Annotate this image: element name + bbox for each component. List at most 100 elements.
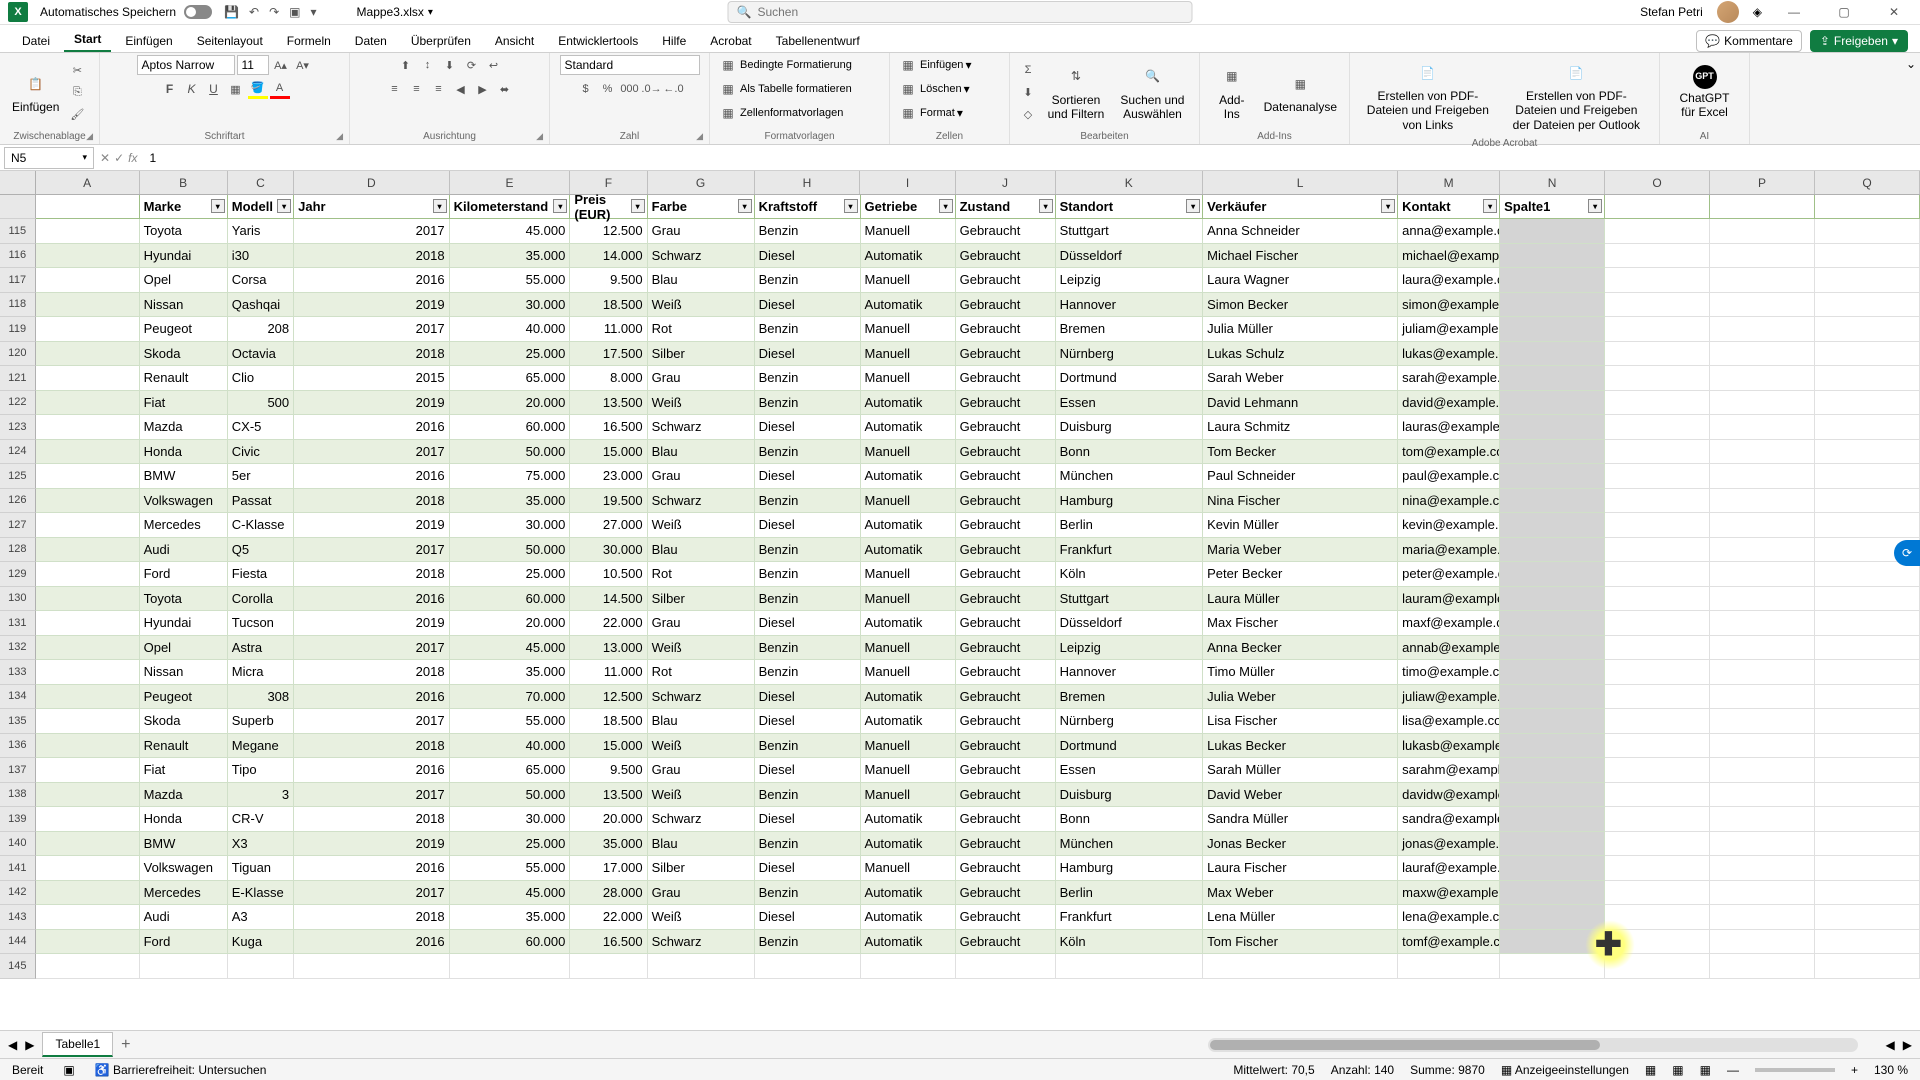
cell[interactable] xyxy=(1710,734,1815,759)
cell-selected[interactable] xyxy=(1500,905,1605,930)
cell[interactable]: Silber xyxy=(648,587,755,612)
cell[interactable] xyxy=(1815,734,1920,759)
cell[interactable]: Laura Wagner xyxy=(1203,268,1398,293)
cell[interactable]: CR-V xyxy=(228,807,294,832)
cell[interactable]: Dortmund xyxy=(1056,734,1204,759)
cell[interactable]: 308 xyxy=(228,685,294,710)
cell[interactable]: Gebraucht xyxy=(956,636,1056,661)
border-button[interactable]: ▦ xyxy=(226,79,246,99)
col-head-O[interactable]: O xyxy=(1605,171,1710,194)
cell[interactable]: maxw@example.com xyxy=(1398,881,1500,906)
cell[interactable]: sandra@example.com xyxy=(1398,807,1500,832)
cell-selected[interactable] xyxy=(1500,268,1605,293)
cell[interactable]: Superb xyxy=(228,709,294,734)
tab-datei[interactable]: Datei xyxy=(12,30,60,52)
camera-icon[interactable]: ▣ xyxy=(289,5,300,19)
col-head-D[interactable]: D xyxy=(294,171,449,194)
wrap-text-icon[interactable]: ↩ xyxy=(484,55,504,75)
cell[interactable]: Schwarz xyxy=(648,807,755,832)
cell[interactable] xyxy=(1056,954,1204,979)
cell[interactable]: 60.000 xyxy=(450,930,571,955)
cell[interactable]: Honda xyxy=(140,807,228,832)
cell[interactable]: 22.000 xyxy=(570,905,647,930)
cell[interactable]: Opel xyxy=(140,636,228,661)
cell[interactable]: Peugeot xyxy=(140,685,228,710)
cell-selected[interactable] xyxy=(1500,660,1605,685)
cell[interactable]: sarah@example.com xyxy=(1398,366,1500,391)
cell[interactable]: 45.000 xyxy=(450,636,571,661)
merge-icon[interactable]: ⬌ xyxy=(495,79,515,99)
cell[interactable]: sarahm@example.com xyxy=(1398,758,1500,783)
cell[interactable]: Gebraucht xyxy=(956,758,1056,783)
cell[interactable]: David Weber xyxy=(1203,783,1398,808)
cell[interactable] xyxy=(1815,415,1920,440)
comments-button[interactable]: 💬 Kommentare xyxy=(1696,30,1802,52)
zoom-out-icon[interactable]: — xyxy=(1727,1063,1739,1077)
cell[interactable] xyxy=(36,611,140,636)
cell[interactable] xyxy=(36,587,140,612)
row-number[interactable]: 129 xyxy=(0,562,36,587)
cell-selected[interactable] xyxy=(1500,317,1605,342)
table-header[interactable]: Kilometerstand▾ xyxy=(450,195,571,219)
cell[interactable]: Diesel xyxy=(755,415,861,440)
cell[interactable]: 14.000 xyxy=(570,244,647,269)
cell-styles-button[interactable]: ▦Zellenformatvorlagen xyxy=(718,103,843,123)
cell[interactable] xyxy=(1710,317,1815,342)
cell[interactable]: 60.000 xyxy=(450,415,571,440)
cell[interactable]: peter@example.com xyxy=(1398,562,1500,587)
redo-icon[interactable]: ↷ xyxy=(269,5,279,19)
cell[interactable]: Jonas Becker xyxy=(1203,832,1398,857)
chevron-down-icon[interactable]: ▾ xyxy=(428,7,433,18)
data-analysis-button[interactable]: ▦Datenanalyse xyxy=(1260,66,1341,118)
cell[interactable]: Weiß xyxy=(648,734,755,759)
cell[interactable] xyxy=(36,709,140,734)
formula-input[interactable]: 1 xyxy=(143,151,1920,165)
comma-icon[interactable]: 000 xyxy=(620,79,640,99)
cell[interactable] xyxy=(956,954,1056,979)
cell[interactable]: 15.000 xyxy=(570,440,647,465)
cell[interactable]: Gebraucht xyxy=(956,464,1056,489)
cell[interactable]: München xyxy=(1056,832,1204,857)
add-sheet-icon[interactable]: + xyxy=(121,1036,130,1054)
cell[interactable]: Michael Fischer xyxy=(1203,244,1398,269)
next-sheet-icon[interactable]: ▶ xyxy=(25,1038,34,1052)
cell[interactable]: Stuttgart xyxy=(1056,219,1204,244)
cell-selected[interactable] xyxy=(1500,832,1605,857)
cell[interactable]: 35.000 xyxy=(570,832,647,857)
row-number[interactable]: 145 xyxy=(0,954,36,979)
cell[interactable]: 28.000 xyxy=(570,881,647,906)
cell[interactable]: Hamburg xyxy=(1056,489,1204,514)
table-header[interactable]: Kraftstoff▾ xyxy=(755,195,861,219)
maximize-button[interactable]: ▢ xyxy=(1826,0,1862,25)
font-size-combo[interactable]: 11 xyxy=(237,55,269,75)
cell[interactable]: 208 xyxy=(228,317,294,342)
cell[interactable] xyxy=(36,268,140,293)
cell[interactable]: Diesel xyxy=(755,709,861,734)
cell[interactable] xyxy=(1710,636,1815,661)
cell[interactable]: Opel xyxy=(140,268,228,293)
table-header[interactable]: Marke▾ xyxy=(140,195,228,219)
cell[interactable]: Schwarz xyxy=(648,415,755,440)
cell[interactable]: Manuell xyxy=(861,317,956,342)
cell[interactable]: Laura Schmitz xyxy=(1203,415,1398,440)
row-number[interactable]: 131 xyxy=(0,611,36,636)
cell-selected[interactable] xyxy=(1500,415,1605,440)
cell[interactable]: Automatik xyxy=(861,415,956,440)
copy-icon[interactable]: ⎘ xyxy=(67,82,87,102)
avatar[interactable] xyxy=(1717,1,1739,23)
cell[interactable]: Tucson xyxy=(228,611,294,636)
col-head-A[interactable]: A xyxy=(36,171,140,194)
cell[interactable]: Blau xyxy=(648,832,755,857)
cell[interactable]: Stuttgart xyxy=(1056,587,1204,612)
cell[interactable] xyxy=(648,954,755,979)
cell[interactable] xyxy=(36,464,140,489)
cell[interactable] xyxy=(1605,709,1710,734)
cell[interactable]: Micra xyxy=(228,660,294,685)
cell[interactable] xyxy=(1605,538,1710,563)
cell[interactable]: 22.000 xyxy=(570,611,647,636)
autosum-icon[interactable]: Σ xyxy=(1018,60,1038,80)
cell[interactable]: 3 xyxy=(228,783,294,808)
cell[interactable]: Bonn xyxy=(1056,440,1204,465)
cell-selected[interactable] xyxy=(1500,783,1605,808)
cell[interactable]: Benzin xyxy=(755,317,861,342)
